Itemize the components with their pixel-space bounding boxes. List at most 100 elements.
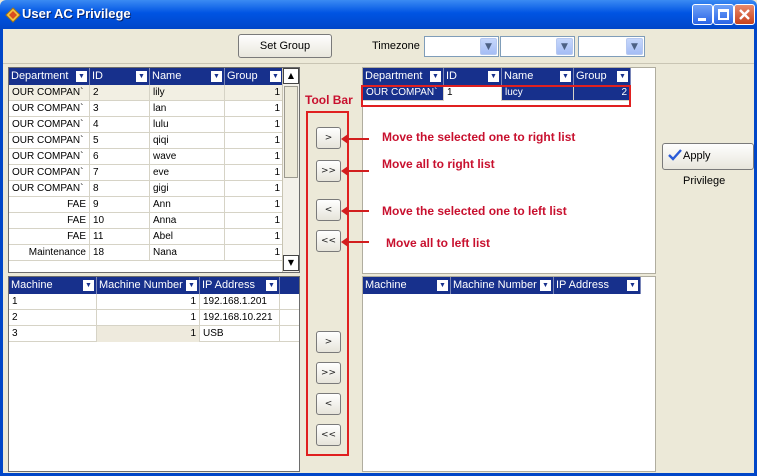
filter-dropdown-icon[interactable]: ▼ [617, 71, 628, 82]
table-row[interactable]: FAE 11 Abel 1 [9, 229, 284, 245]
move-left-button[interactable]: < [316, 199, 341, 221]
header-group[interactable]: Group ▼ [225, 68, 284, 85]
machine-move-left-button[interactable]: < [316, 393, 341, 415]
header-machine[interactable]: Machine ▼ [363, 277, 451, 294]
cell-name: qiqi [150, 133, 225, 149]
left-user-scrollbar[interactable]: ▲ ▼ [282, 68, 299, 272]
header-id[interactable]: ID ▼ [444, 68, 502, 85]
cell-id: 8 [90, 181, 150, 197]
filter-dropdown-icon[interactable]: ▼ [437, 280, 448, 291]
cell-group: 1 [225, 133, 284, 149]
cell-group: 1 [225, 85, 284, 101]
left-user-list[interactable]: Department ▼ ID ▼ Name ▼ Group ▼ OUR COMPAN`… [8, 67, 300, 273]
cell-group: 1 [225, 213, 284, 229]
cell-name: Ann [150, 197, 225, 213]
header-department[interactable]: Department ▼ [363, 68, 444, 85]
annotation-move-left: Move the selected one to left list [382, 204, 567, 218]
table-row[interactable]: FAE 10 Anna 1 [9, 213, 284, 229]
top-toolbar: Set Group Timezone ▼ ▼ ▼ [3, 29, 754, 64]
scroll-down-icon[interactable]: ▼ [283, 255, 299, 271]
filter-dropdown-icon[interactable]: ▼ [540, 280, 551, 291]
table-row[interactable]: OUR COMPAN` 5 qiqi 1 [9, 133, 284, 149]
header-group[interactable]: Group ▼ [574, 68, 631, 85]
table-row[interactable]: FAE 9 Ann 1 [9, 197, 284, 213]
filter-dropdown-icon[interactable]: ▼ [186, 280, 197, 291]
arrow-move-left [341, 206, 369, 216]
move-all-left-button[interactable]: << [316, 230, 341, 252]
machine-move-all-left-button[interactable]: << [316, 424, 341, 446]
filter-dropdown-icon[interactable]: ▼ [430, 71, 441, 82]
minimize-button[interactable] [692, 4, 713, 25]
filter-dropdown-icon[interactable]: ▼ [266, 280, 277, 291]
machine-move-right-button[interactable]: > [316, 331, 341, 353]
table-row[interactable]: OUR COMPAN` 7 eve 1 [9, 165, 284, 181]
right-machine-list[interactable]: Machine ▼ Machine Number ▼ IP Address ▼ [362, 276, 656, 472]
cell-department: FAE [9, 197, 90, 213]
filter-dropdown-icon[interactable]: ▼ [270, 71, 281, 82]
cell-name: wave [150, 149, 225, 165]
window-title: User AC Privilege [22, 6, 131, 21]
cell-machine: 2 [9, 310, 97, 326]
timezone-select-3[interactable]: ▼ [578, 36, 645, 57]
cell-group: 1 [225, 149, 284, 165]
table-row[interactable]: 1 1 192.168.1.201 [9, 294, 299, 310]
cell-department: OUR COMPAN` [9, 85, 90, 101]
move-right-button[interactable]: > [316, 127, 341, 149]
cell-ip-address: USB [200, 326, 280, 342]
table-row[interactable]: OUR COMPAN` 6 wave 1 [9, 149, 284, 165]
cell-id: 5 [90, 133, 150, 149]
arrow-move-right [341, 134, 369, 144]
table-row[interactable]: 3 1 USB [9, 326, 299, 342]
checkmark-icon [668, 149, 682, 161]
header-department[interactable]: Department ▼ [9, 68, 90, 85]
cell-name: Anna [150, 213, 225, 229]
apply-privilege-button[interactable]: Apply Privilege [662, 143, 754, 187]
header-name[interactable]: Name ▼ [150, 68, 225, 85]
move-all-right-button[interactable]: >> [316, 160, 341, 182]
table-row[interactable]: Maintenance 18 Nana 1 [9, 245, 284, 261]
header-ip-address[interactable]: IP Address ▼ [200, 277, 280, 294]
cell-department: OUR COMPAN` [9, 181, 90, 197]
cell-machine-number: 1 [97, 310, 200, 326]
header-ip-address[interactable]: IP Address ▼ [554, 277, 641, 294]
filter-dropdown-icon[interactable]: ▼ [136, 71, 147, 82]
header-id[interactable]: ID ▼ [90, 68, 150, 85]
right-user-header: Department ▼ ID ▼ Name ▼ Group ▼ [363, 68, 631, 85]
header-machine-number[interactable]: Machine Number ▼ [451, 277, 554, 294]
close-button[interactable] [734, 4, 755, 25]
app-icon [5, 7, 21, 23]
cell-id: 7 [90, 165, 150, 181]
timezone-select-1[interactable]: ▼ [424, 36, 499, 57]
cell-machine: 3 [9, 326, 97, 342]
table-row[interactable]: OUR COMPAN` 2 lily 1 [9, 85, 284, 101]
cell-group: 1 [225, 245, 284, 261]
cell-department: OUR COMPAN` [9, 101, 90, 117]
maximize-button[interactable] [713, 4, 734, 25]
machine-move-all-right-button[interactable]: >> [316, 362, 341, 384]
scroll-up-icon[interactable]: ▲ [283, 68, 299, 84]
filter-dropdown-icon[interactable]: ▼ [211, 71, 222, 82]
table-row[interactable]: OUR COMPAN` 3 lan 1 [9, 101, 284, 117]
table-row[interactable]: OUR COMPAN` 4 lulu 1 [9, 117, 284, 133]
scroll-thumb[interactable] [284, 86, 298, 178]
cell-name: lulu [150, 117, 225, 133]
left-machine-list[interactable]: Machine ▼ Machine Number ▼ IP Address ▼ 111… [8, 276, 300, 472]
header-machine[interactable]: Machine ▼ [9, 277, 97, 294]
filter-dropdown-icon[interactable]: ▼ [627, 280, 638, 291]
header-machine-number[interactable]: Machine Number ▼ [97, 277, 200, 294]
filter-dropdown-icon[interactable]: ▼ [76, 71, 87, 82]
cell-machine-number: 1 [97, 294, 200, 310]
filter-dropdown-icon[interactable]: ▼ [83, 280, 94, 291]
filter-dropdown-icon[interactable]: ▼ [560, 71, 571, 82]
header-name[interactable]: Name ▼ [502, 68, 574, 85]
cell-department: FAE [9, 229, 90, 245]
table-row[interactable]: 2 1 192.168.10.221 [9, 310, 299, 326]
table-row[interactable]: OUR COMPAN` 8 gigi 1 [9, 181, 284, 197]
cell-id: 11 [90, 229, 150, 245]
cell-id: 10 [90, 213, 150, 229]
title-bar: User AC Privilege [0, 0, 757, 29]
set-group-button[interactable]: Set Group [238, 34, 332, 58]
cell-id: 9 [90, 197, 150, 213]
timezone-select-2[interactable]: ▼ [500, 36, 575, 57]
filter-dropdown-icon[interactable]: ▼ [488, 71, 499, 82]
